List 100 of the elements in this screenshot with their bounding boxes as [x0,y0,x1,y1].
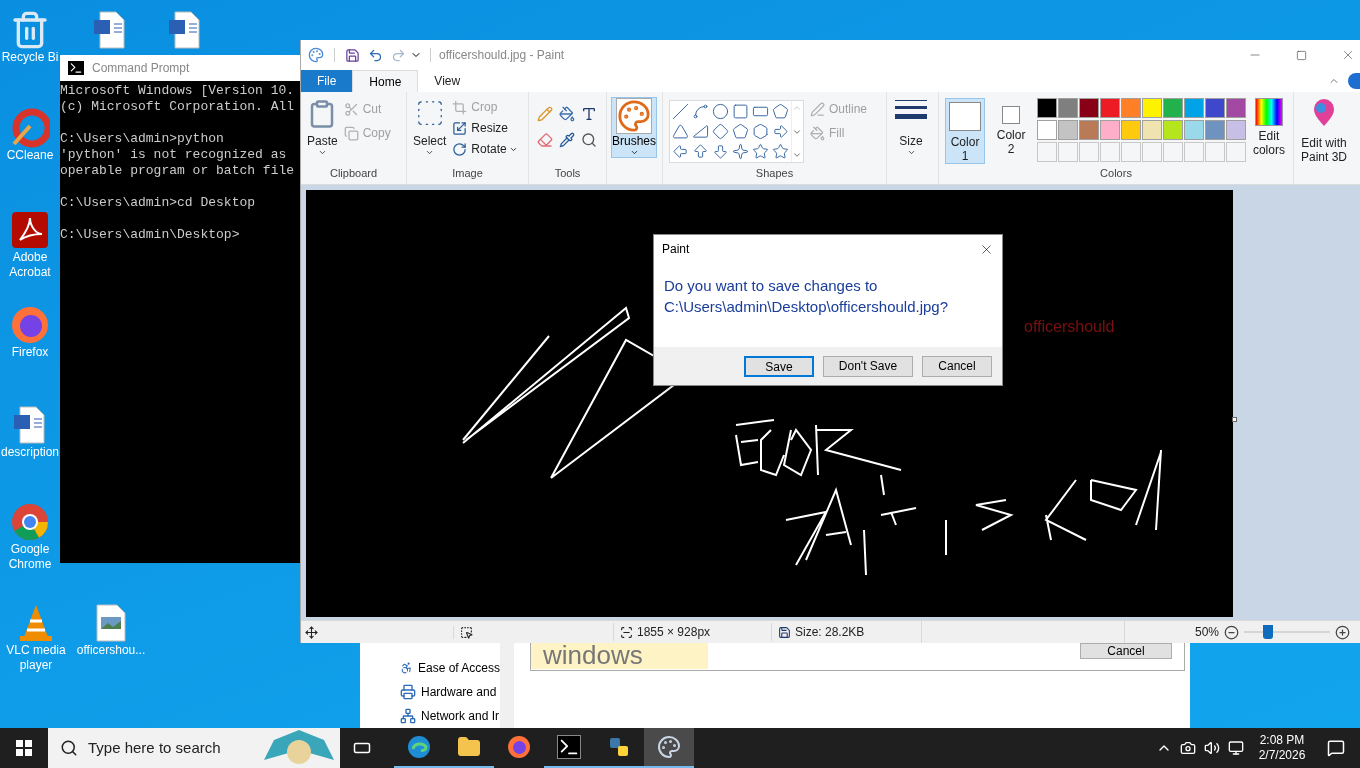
search-box[interactable]: Type here to search [48,728,340,768]
right-arrow-icon[interactable] [772,123,789,140]
color-swatch[interactable] [1058,120,1079,140]
color-swatch[interactable] [1100,98,1121,118]
maximize-icon[interactable] [1296,49,1307,61]
select-button[interactable]: Select [413,98,447,157]
color-swatch[interactable] [1037,120,1058,140]
category-link[interactable]: Network and Ir [421,707,500,725]
left-arrow-icon[interactable] [672,143,689,160]
window-title: officershould.jpg - Paint [439,47,565,64]
windows-logo-icon [16,740,32,756]
taskbar-app[interactable] [644,728,694,768]
color-swatch[interactable] [1100,120,1121,140]
resize-handle[interactable] [1232,417,1237,422]
diamond-icon[interactable] [712,123,729,140]
brushes-button[interactable]: Brushes [611,97,657,158]
outline-icon [810,101,825,117]
cancel-button[interactable]: Cancel [1080,643,1172,659]
color-swatch[interactable] [1162,98,1183,118]
color-swatch[interactable] [1141,120,1162,140]
color-swatch[interactable] [1225,98,1246,118]
close-icon[interactable] [1341,48,1355,62]
zoom-slider[interactable] [1244,625,1330,639]
color-swatch[interactable] [1204,120,1225,140]
right-triangle-icon[interactable] [692,123,709,140]
notifications-icon[interactable] [1327,739,1345,757]
text-icon[interactable] [581,106,597,122]
resize-icon [452,120,468,136]
color-2-button[interactable]: Color 2 [991,98,1032,164]
four-point-star-icon[interactable] [732,143,749,160]
expand-icon[interactable] [792,150,802,160]
paste-button[interactable]: Paste [307,98,338,157]
magnifier-icon[interactable] [581,132,597,148]
category-link[interactable]: Ease of Access [417,659,500,677]
zoom-out-icon[interactable] [1224,624,1239,640]
color-1-button[interactable]: Color 1 [945,98,986,164]
color-swatch[interactable] [1162,120,1183,140]
hexagon-icon[interactable] [752,123,769,140]
dialog-button[interactable]: Save [744,355,814,377]
fox-logo-icon [507,735,531,759]
triangle-icon[interactable] [672,123,689,140]
shapes-gallery[interactable] [669,100,804,163]
color-swatch[interactable] [1183,98,1204,118]
dialog-button[interactable]: Cancel [922,355,992,377]
caret-icon [906,148,916,157]
redo-icon[interactable] [391,47,406,63]
pencil-icon[interactable] [537,106,553,122]
dialog-message: Do you want to save changes to C:\Users\admin\Desktop\officershould.jpg? [663,276,950,317]
color-swatch[interactable] [1121,120,1141,140]
line-icon[interactable] [672,103,689,120]
edit-colors-button[interactable]: Edit colors [1250,98,1287,157]
console-line: C:\Users\admin>cd Desktop [60,195,257,211]
color-swatch[interactable] [1037,98,1058,118]
console-line: 'python' is not recognized as [60,147,288,163]
size-button[interactable]: Size [893,98,927,157]
caret-icon [629,148,639,157]
resize-button[interactable]: Resize [452,119,518,137]
ribbon-tab[interactable]: View [418,70,477,92]
search-icon [60,739,78,757]
eraser-icon[interactable] [537,132,553,148]
pentagon-icon[interactable] [732,123,749,140]
volume-icon[interactable] [1204,740,1220,756]
curve-icon[interactable] [692,103,709,120]
color-swatch[interactable] [1079,120,1100,140]
star-icon[interactable] [772,143,789,160]
category-link[interactable]: Hardware and [421,683,497,701]
dialog-title: Paint [662,241,690,258]
window-title: Command Prompt [92,60,190,77]
camera-icon[interactable] [1180,740,1196,756]
undo-icon[interactable] [368,47,383,63]
color-swatch[interactable] [1079,98,1100,118]
color-swatch[interactable] [1121,98,1141,118]
color-swatch[interactable] [1183,120,1204,140]
console-line: (c) Microsoft Corporation. All [60,99,296,115]
rotate-button[interactable]: Rotate [452,140,507,158]
oval-icon[interactable] [712,103,729,120]
polygon-icon[interactable] [772,103,789,120]
ribbon-tab[interactable]: Home [352,70,419,92]
zoom-in-icon[interactable] [1335,624,1350,640]
clock[interactable]: 2:08 PM 2/7/2026 [1252,733,1312,763]
up-arrow-icon[interactable] [692,143,709,160]
color-swatch [949,102,982,131]
save-icon[interactable] [345,47,360,63]
category-icon [400,660,413,676]
color-picker-icon[interactable] [559,132,575,148]
rectangle-icon[interactable] [732,103,749,120]
star-icon[interactable] [752,143,769,160]
down-arrow-icon[interactable] [712,143,729,160]
color-swatch[interactable] [1225,120,1246,140]
color-swatch[interactable] [1141,98,1162,118]
color-swatch[interactable] [1058,98,1079,118]
paint-bucket-icon[interactable] [559,106,575,122]
network-icon[interactable] [1228,740,1244,756]
dialog-button[interactable]: Don't Save [823,355,913,377]
zoom-level-text: 50% [1194,624,1219,641]
edit-with-paint-3d-button[interactable]: Edit with Paint 3D [1298,98,1350,164]
group-label: Image [451,165,484,181]
color-swatch[interactable] [1204,98,1225,118]
file-menu-tab[interactable]: File [301,70,353,92]
console-line: operable program or batch file [60,163,296,179]
